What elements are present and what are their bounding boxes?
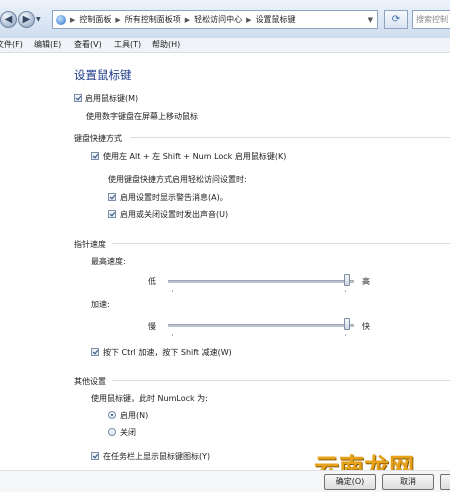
top-speed-high-label: 高	[362, 277, 370, 286]
breadcrumb-arrow-icon: ▶	[184, 15, 191, 24]
acceleration-slider-thumb[interactable]	[344, 318, 351, 330]
menu-help[interactable]: 帮助(H)	[152, 39, 180, 50]
top-speed-label: 最高速度:	[91, 257, 126, 266]
control-panel-icon	[56, 14, 66, 25]
show-warning-label[interactable]: 启用设置时显示警告消息(A)。	[120, 192, 228, 203]
enable-mouse-keys-checkbox[interactable]	[74, 94, 82, 102]
breadcrumb-arrow-icon: ▶	[115, 15, 121, 24]
forward-button[interactable]: ▶	[18, 11, 35, 28]
shortcut-group-label: 键盘快捷方式	[74, 134, 122, 143]
show-tray-icon-checkbox[interactable]	[91, 452, 99, 460]
apply-button[interactable]	[440, 474, 450, 490]
menu-bar: 文件(F) 编辑(E) 查看(V) 工具(T) 帮助(H)	[0, 38, 450, 53]
refresh-icon[interactable]: ⟳	[384, 10, 408, 29]
acceleration-slider-track[interactable]	[168, 324, 354, 327]
play-sound-label[interactable]: 启用或关闭设置时发出声音(U)	[120, 209, 228, 220]
breadcrumb-arrow-icon: ▶	[70, 15, 76, 24]
top-speed-low-label: 低	[148, 277, 156, 286]
breadcrumb-control-panel[interactable]: 控制面板	[77, 14, 113, 25]
cancel-button[interactable]: 取消	[382, 474, 434, 490]
numlock-off-label[interactable]: 关闭	[120, 427, 136, 438]
address-bar: ◀ ▶ ▼ ▶ 控制面板 ▶ 所有控制面板项 ▶ 轻松访问中心 ▶ 设置鼠标键 …	[0, 0, 450, 39]
menu-edit[interactable]: 编辑(E)	[34, 39, 61, 50]
group-divider	[130, 137, 450, 138]
breadcrumb-arrow-icon: ▶	[246, 15, 252, 24]
breadcrumb-mouse-keys[interactable]: 设置鼠标键	[254, 14, 298, 25]
slider-tick	[345, 334, 346, 336]
numlock-on-radio[interactable]	[108, 411, 116, 419]
menu-view[interactable]: 查看(V)	[74, 39, 102, 50]
enable-mouse-keys-label[interactable]: 启用鼠标键(M)	[85, 93, 138, 104]
page-title: 设置鼠标键	[74, 68, 132, 82]
address-dropdown-icon[interactable]: ▼	[366, 16, 377, 24]
group-divider	[112, 243, 450, 244]
group-divider	[112, 380, 450, 381]
ok-button[interactable]: 确定(O)	[324, 474, 376, 490]
acceleration-low-label: 慢	[148, 322, 156, 331]
play-sound-checkbox[interactable]	[108, 210, 116, 218]
use-shortcut-label[interactable]: 使用左 Alt + 左 Shift + Num Lock 启用鼠标键(K)	[103, 151, 286, 162]
acceleration-high-label: 快	[362, 322, 370, 331]
breadcrumb-all-items[interactable]: 所有控制面板项	[123, 14, 183, 25]
slider-tick	[172, 334, 173, 336]
speed-group-label: 指针速度	[74, 240, 106, 249]
top-speed-slider-track[interactable]	[168, 280, 354, 283]
slider-tick	[345, 290, 346, 292]
enable-description: 使用数字键盘在屏幕上移动鼠标	[86, 112, 198, 121]
address-box[interactable]: ▶ 控制面板 ▶ 所有控制面板项 ▶ 轻松访问中心 ▶ 设置鼠标键 ▼	[52, 10, 378, 29]
search-input[interactable]: 搜索控制	[412, 10, 450, 29]
show-tray-icon-label[interactable]: 在任务栏上显示鼠标键图标(Y)	[103, 451, 210, 462]
menu-tools[interactable]: 工具(T)	[114, 39, 141, 50]
numlock-off-radio[interactable]	[108, 428, 116, 436]
numlock-description: 使用鼠标键，此时 NumLock 为:	[91, 394, 208, 403]
show-warning-checkbox[interactable]	[108, 193, 116, 201]
acceleration-label: 加速:	[91, 300, 110, 309]
slider-tick	[172, 290, 173, 292]
menu-file[interactable]: 文件(F)	[0, 39, 23, 50]
shortcut-sub-description: 使用键盘快捷方式启用轻松访问设置时:	[108, 175, 247, 184]
back-button[interactable]: ◀	[0, 11, 17, 28]
breadcrumb-ease-of-access[interactable]: 轻松访问中心	[192, 14, 244, 25]
numlock-on-label[interactable]: 启用(N)	[120, 410, 148, 421]
history-dropdown-icon[interactable]: ▼	[36, 16, 41, 23]
use-shortcut-checkbox[interactable]	[91, 152, 99, 160]
top-speed-slider-thumb[interactable]	[344, 274, 351, 286]
ctrl-shift-checkbox[interactable]	[91, 348, 99, 356]
ctrl-shift-label[interactable]: 按下 Ctrl 加速，按下 Shift 减速(W)	[103, 347, 232, 358]
other-group-label: 其他设置	[74, 377, 106, 386]
